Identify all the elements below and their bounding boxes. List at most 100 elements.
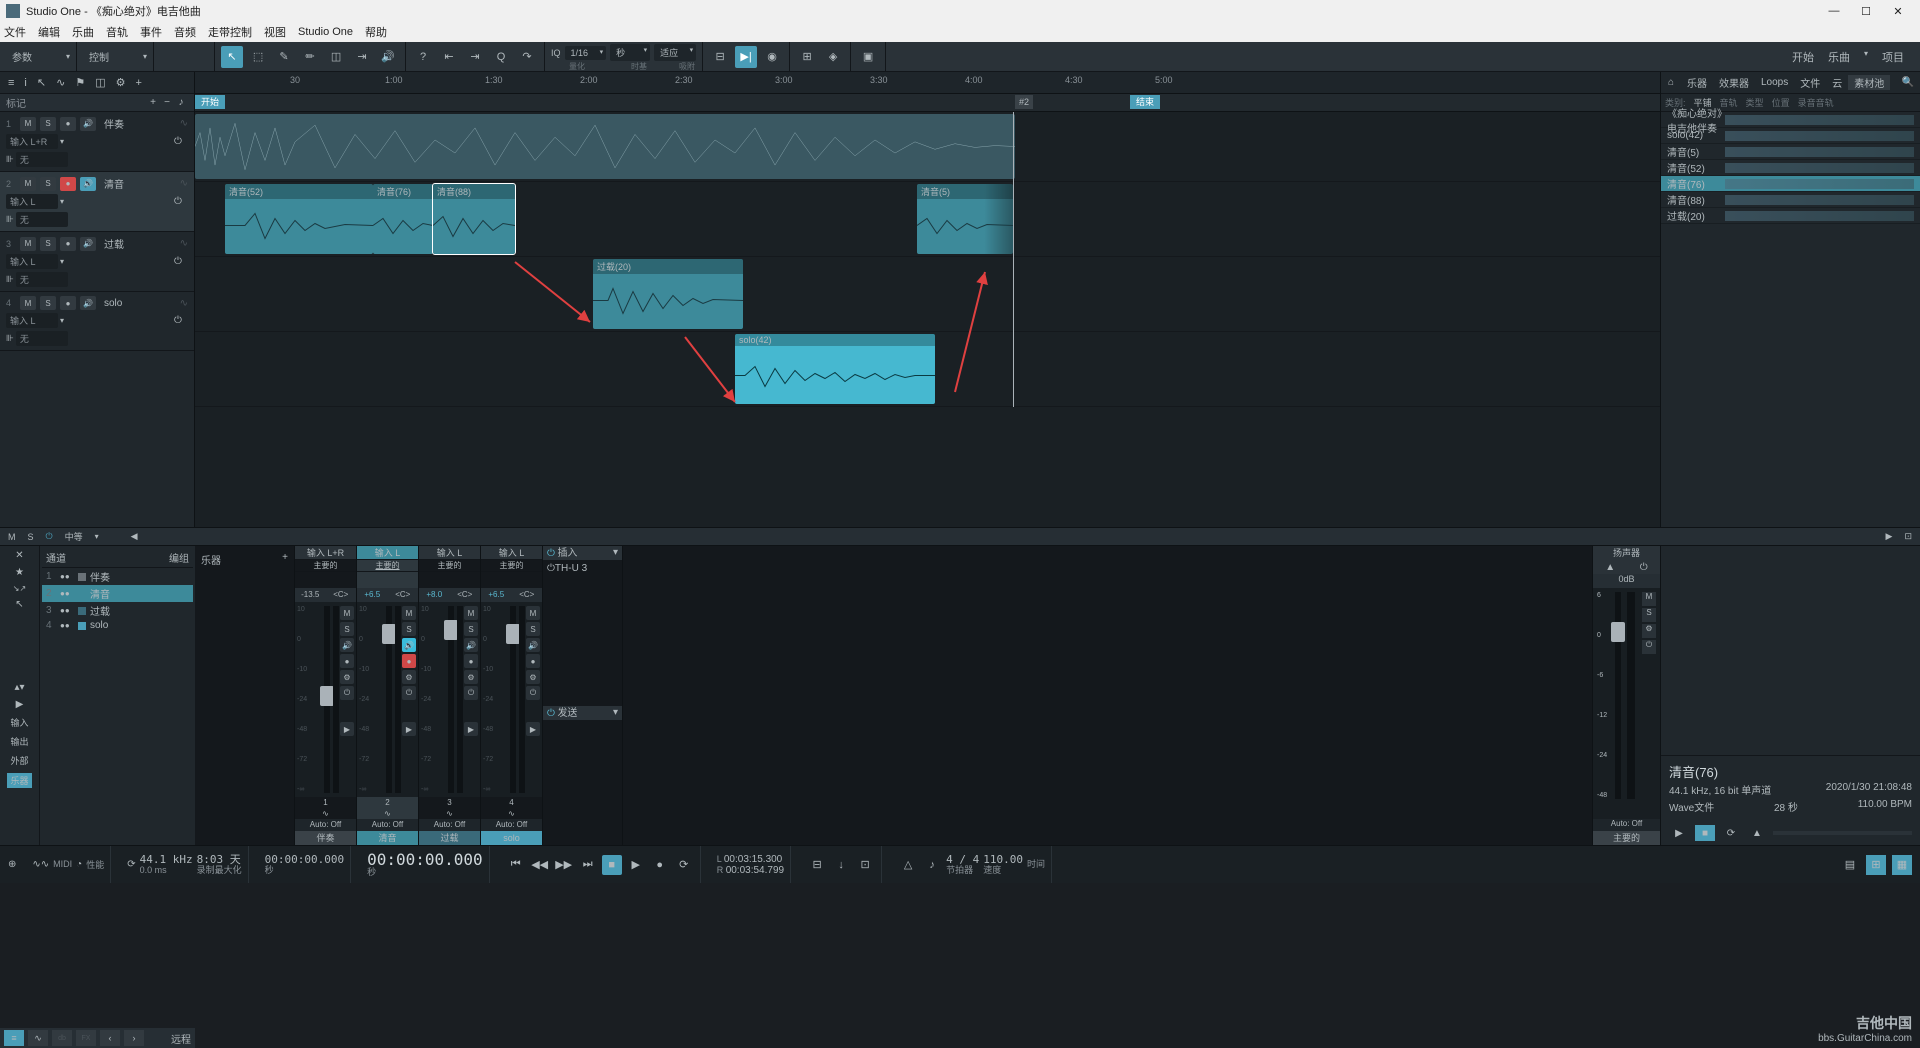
clip-g20[interactable]: 过载(20)	[593, 259, 743, 329]
global-solo[interactable]: S	[28, 532, 34, 542]
in-icon[interactable]: ▶	[16, 699, 24, 710]
action-icon[interactable]: ↷	[516, 46, 538, 68]
master-channel[interactable]: 扬声器(Re...)1+2 ▲⏻ 0dB 60-6-12-24-48 MS⚙⏻ …	[1592, 546, 1660, 845]
home-icon[interactable]: ⌂	[1661, 77, 1681, 88]
solo-button[interactable]: S	[40, 177, 56, 191]
list-icon[interactable]: ≡	[8, 77, 14, 89]
playhead[interactable]	[1013, 112, 1014, 407]
close-button[interactable]: ✕	[1882, 1, 1914, 21]
tree-row[interactable]: 3●●过载	[42, 602, 193, 619]
editor-icon[interactable]: ▤	[1840, 855, 1860, 875]
marker-2[interactable]: #2	[1015, 95, 1033, 109]
tab-cloud[interactable]: 云	[1826, 75, 1848, 90]
play-button[interactable]: ▶	[626, 855, 646, 875]
record-button[interactable]: ●	[60, 117, 76, 131]
tree-row[interactable]: 1●●伴奏	[42, 568, 193, 585]
pool-item[interactable]: 清音(76)	[1661, 176, 1920, 192]
add-track-icon[interactable]: +	[135, 77, 141, 89]
timebase-dropdown[interactable]: 秒	[610, 44, 650, 61]
solo-button[interactable]: S	[40, 117, 56, 131]
help-icon[interactable]: ?	[412, 46, 434, 68]
wrench-icon[interactable]: ↖	[37, 76, 46, 89]
track-1[interactable]: 1 M S ● 🔊 伴奏 ∿ 输入 L+R▾⏻ ⊪无	[0, 112, 194, 172]
menu-event[interactable]: 事件	[140, 24, 162, 40]
record-button[interactable]: ●	[650, 855, 670, 875]
mute-button[interactable]: M	[20, 237, 36, 251]
record-button[interactable]: ●	[60, 296, 76, 310]
clip-c76[interactable]: 清音(76)	[373, 184, 433, 254]
menu-audio[interactable]: 音频	[174, 24, 196, 40]
star-icon[interactable]: ★	[15, 567, 24, 578]
expand-icon[interactable]: ▾	[613, 546, 618, 560]
autopunch-icon[interactable]: ↓	[831, 855, 851, 875]
power-icon[interactable]: ⏻	[174, 136, 188, 147]
solo-button[interactable]: S	[40, 237, 56, 251]
preview-stop-icon[interactable]: ■	[1695, 825, 1715, 841]
snap-icon[interactable]: ⇤	[438, 46, 460, 68]
erase-tool-icon[interactable]: ◫	[325, 46, 347, 68]
pool-item[interactable]: 清音(88)	[1661, 192, 1920, 208]
menu-edit[interactable]: 编辑	[38, 24, 60, 40]
menu-transport[interactable]: 走带控制	[208, 24, 252, 40]
menu-help[interactable]: 帮助	[365, 24, 387, 40]
channel-4[interactable]: 输入 L 主要的 +6.5<C> 100-10-24-48-72-∞ MS🔊●⚙…	[481, 546, 543, 845]
monitor-button[interactable]: 🔊	[80, 177, 96, 191]
track-4[interactable]: 4 M S ● 🔊 solo ∿ 输入 L▾⏻ ⊪无	[0, 292, 194, 351]
filter-type[interactable]: 类型	[1746, 96, 1764, 109]
quantize-dropdown[interactable]: 1/16	[565, 46, 607, 60]
paint-tool-icon[interactable]: ✏	[299, 46, 321, 68]
waveform-icon[interactable]: ∿	[180, 238, 188, 249]
preroll-icon[interactable]: ⊟	[807, 855, 827, 875]
pool-item[interactable]: 《痴心绝对》电吉他伴奏	[1661, 112, 1920, 128]
goto-start-icon[interactable]: ⏮	[506, 855, 526, 875]
split-tool-icon[interactable]: ✎	[273, 46, 295, 68]
snap2-icon[interactable]: ⇥	[464, 46, 486, 68]
menu-view[interactable]: 视图	[264, 24, 286, 40]
stop-button[interactable]: ■	[602, 855, 622, 875]
tab-instruments[interactable]: 乐器	[1681, 75, 1713, 90]
waveform-icon[interactable]: ∿	[180, 118, 188, 129]
marker-icon[interactable]: ◈	[822, 46, 844, 68]
clip-c88[interactable]: 清音(88)	[433, 184, 515, 254]
tab-files[interactable]: 文件	[1794, 75, 1826, 90]
precount-icon[interactable]: ♪	[922, 855, 942, 875]
clip-c52[interactable]: 清音(52)	[225, 184, 373, 254]
preview-play-icon[interactable]: ▶	[1669, 825, 1689, 841]
lane-2[interactable]: 清音(52) 清音(76) 清音(88) 清音(5)	[195, 182, 1660, 257]
video-icon[interactable]: ▣	[857, 46, 879, 68]
channel-1[interactable]: 输入 L+R 主要的 -13.5<C> 100-10-24-48-72-∞ MS…	[295, 546, 357, 845]
browser-icon[interactable]: ▦	[1892, 855, 1912, 875]
waveform-icon[interactable]: ∿	[180, 178, 188, 189]
preview-sync-icon[interactable]: ▲	[1747, 825, 1767, 841]
channel-2[interactable]: 输入 L 主要的 +6.5<C> 100-10-24-48-72-∞ MS🔊●⚙…	[357, 546, 419, 845]
search-icon[interactable]: 🔍	[1896, 77, 1920, 88]
filter-pos[interactable]: 位置	[1772, 96, 1790, 109]
mixer-icon[interactable]: ⊞	[1866, 855, 1886, 875]
mute-button[interactable]: M	[20, 117, 36, 131]
start-page-button[interactable]: 开始	[1792, 49, 1814, 65]
solo-button[interactable]: S	[40, 296, 56, 310]
automation-icon[interactable]: ∿	[56, 76, 65, 89]
marker-start[interactable]: 开始	[195, 95, 225, 109]
monitor-button[interactable]: 🔊	[80, 117, 96, 131]
listen-tool-icon[interactable]: 🔊	[377, 46, 399, 68]
gear-icon[interactable]: ⚙	[116, 76, 126, 89]
add-button[interactable]: ⊕	[8, 859, 16, 870]
clip-s42[interactable]: solo(42)	[735, 334, 935, 404]
loop-button[interactable]: ⟳	[674, 855, 694, 875]
menu-file[interactable]: 文件	[4, 24, 26, 40]
lane-1[interactable]	[195, 112, 1660, 182]
global-mute[interactable]: M	[8, 532, 16, 542]
master-link-icon[interactable]: ⏻	[1640, 562, 1648, 573]
replace-icon[interactable]: ⊡	[855, 855, 875, 875]
filter-rec[interactable]: 录音音轨	[1798, 96, 1834, 109]
quantize-icon[interactable]: Q	[490, 46, 512, 68]
goto-end-icon[interactable]: ⏭	[578, 855, 598, 875]
record-button[interactable]: ●	[60, 177, 76, 191]
tab-loops[interactable]: Loops	[1755, 77, 1794, 88]
lane-4[interactable]: solo(42)	[195, 332, 1660, 407]
add-instrument-icon[interactable]: +	[282, 552, 288, 563]
project-page-button[interactable]: 项目	[1882, 49, 1904, 65]
tab-effects[interactable]: 效果器	[1713, 75, 1755, 90]
snap-dropdown[interactable]: 适应	[654, 44, 696, 61]
